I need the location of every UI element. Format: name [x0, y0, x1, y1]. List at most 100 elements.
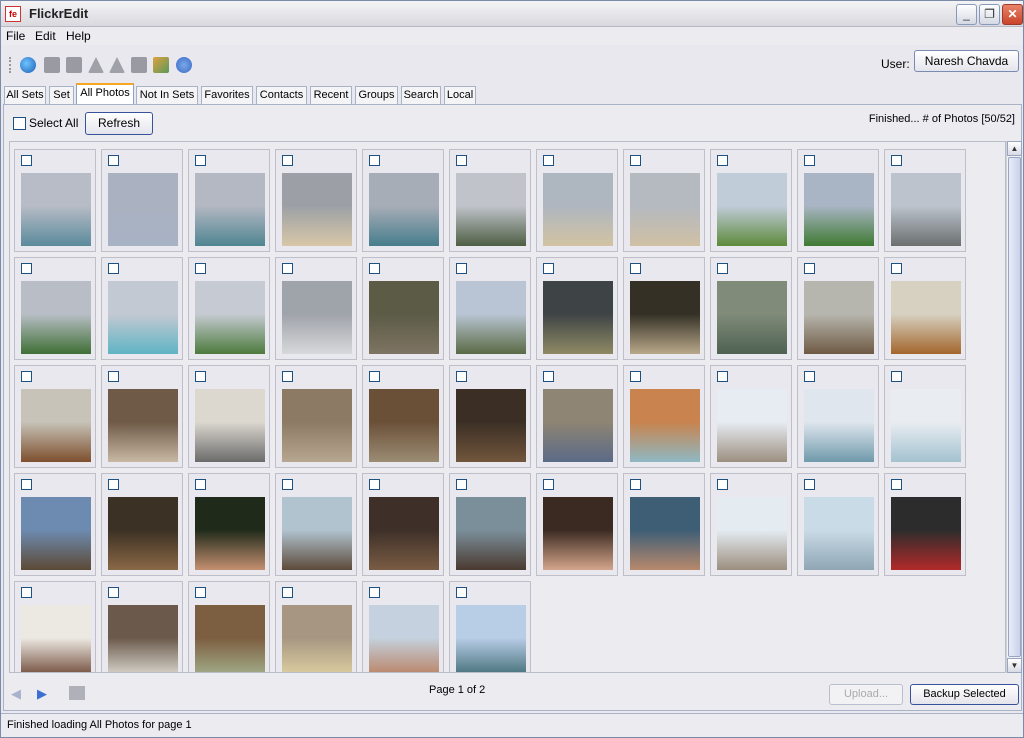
maximize-button[interactable]: ❐ [979, 4, 1000, 25]
photo-thumbnail[interactable] [362, 149, 444, 252]
photo-select-checkbox[interactable] [543, 371, 554, 382]
photo-select-checkbox[interactable] [282, 479, 293, 490]
photo-image[interactable] [891, 389, 961, 462]
photo-select-checkbox[interactable] [108, 587, 119, 598]
photo-thumbnail[interactable] [623, 149, 705, 252]
select-all-checkbox[interactable] [13, 117, 26, 130]
vertical-scrollbar[interactable]: ▲ ▼ [1006, 141, 1022, 673]
photo-image[interactable] [108, 281, 178, 354]
photo-select-checkbox[interactable] [282, 371, 293, 382]
rotate-left-icon[interactable] [88, 57, 104, 73]
photo-thumbnail[interactable] [362, 473, 444, 576]
photo-image[interactable] [717, 281, 787, 354]
photo-thumbnail[interactable] [536, 473, 618, 576]
photo-image[interactable] [717, 497, 787, 570]
close-button[interactable]: ✕ [1002, 4, 1023, 25]
photo-image[interactable] [891, 497, 961, 570]
photo-image[interactable] [804, 281, 874, 354]
photo-thumbnail[interactable] [884, 149, 966, 252]
globe-icon[interactable] [20, 57, 36, 73]
photo-thumbnail[interactable] [536, 257, 618, 360]
photo-select-checkbox[interactable] [282, 587, 293, 598]
photo-thumbnail[interactable] [449, 149, 531, 252]
photo-select-checkbox[interactable] [804, 479, 815, 490]
photo-image[interactable] [804, 497, 874, 570]
photo-thumbnail[interactable] [362, 581, 444, 672]
scroll-up-icon[interactable]: ▲ [1007, 141, 1022, 156]
photo-image[interactable] [282, 605, 352, 672]
photo-select-checkbox[interactable] [108, 263, 119, 274]
tab-set[interactable]: Set [49, 86, 74, 105]
photo-image[interactable] [108, 389, 178, 462]
pages-icon[interactable] [69, 686, 85, 700]
photo-select-checkbox[interactable] [804, 371, 815, 382]
refresh-button[interactable]: Refresh [85, 112, 153, 135]
photo-thumbnail[interactable] [101, 365, 183, 468]
photo-thumbnail[interactable] [188, 149, 270, 252]
photo-thumbnail[interactable] [449, 473, 531, 576]
photo-thumbnail[interactable] [710, 257, 792, 360]
photo-image[interactable] [630, 497, 700, 570]
photo-image[interactable] [108, 497, 178, 570]
minimize-button[interactable]: _ [956, 4, 977, 25]
previous-page-icon[interactable]: ◀ [11, 687, 25, 701]
photo-select-checkbox[interactable] [369, 371, 380, 382]
photo-select-checkbox[interactable] [369, 155, 380, 166]
photo-thumbnail[interactable] [449, 581, 531, 672]
photo-image[interactable] [195, 173, 265, 246]
photo-select-checkbox[interactable] [21, 479, 32, 490]
photo-thumbnail[interactable] [275, 365, 357, 468]
user-button[interactable]: Naresh Chavda [914, 50, 1019, 72]
rotate-right-icon[interactable] [109, 57, 125, 73]
photo-image[interactable] [456, 173, 526, 246]
tab-all-sets[interactable]: All Sets [4, 86, 46, 105]
photo-thumbnail[interactable] [14, 581, 96, 672]
photo-select-checkbox[interactable] [456, 155, 467, 166]
tab-search[interactable]: Search [401, 86, 441, 105]
photo-select-checkbox[interactable] [195, 155, 206, 166]
photo-select-checkbox[interactable] [456, 263, 467, 274]
photo-select-checkbox[interactable] [195, 479, 206, 490]
photo-select-checkbox[interactable] [282, 155, 293, 166]
photo-thumbnail[interactable] [275, 473, 357, 576]
photo-thumbnail[interactable] [362, 257, 444, 360]
photo-thumbnail[interactable] [884, 365, 966, 468]
photo-select-checkbox[interactable] [543, 479, 554, 490]
menu-edit[interactable]: Edit [35, 29, 56, 43]
photo-select-checkbox[interactable] [108, 371, 119, 382]
next-page-icon[interactable]: ▶ [37, 687, 51, 701]
photo-thumbnail[interactable] [101, 149, 183, 252]
photo-select-checkbox[interactable] [630, 371, 641, 382]
photo-thumbnail[interactable] [188, 581, 270, 672]
photo-image[interactable] [630, 389, 700, 462]
photo-image[interactable] [369, 173, 439, 246]
photo-image[interactable] [456, 605, 526, 672]
title-bar[interactable]: fe FlickrEdit _ ❐ ✕ [1, 1, 1023, 27]
photo-image[interactable] [456, 497, 526, 570]
photo-image[interactable] [717, 389, 787, 462]
photo-thumbnail[interactable] [101, 257, 183, 360]
photo-image[interactable] [21, 281, 91, 354]
tab-local[interactable]: Local [444, 86, 476, 105]
tab-favorites[interactable]: Favorites [201, 86, 253, 105]
photo-image[interactable] [630, 173, 700, 246]
photo-image[interactable] [456, 389, 526, 462]
menu-help[interactable]: Help [66, 29, 91, 43]
photo-image[interactable] [21, 497, 91, 570]
photo-thumbnail[interactable] [710, 149, 792, 252]
photo-thumbnail[interactable] [536, 149, 618, 252]
photo-thumbnail[interactable] [188, 473, 270, 576]
photo-select-checkbox[interactable] [891, 155, 902, 166]
photo-image[interactable] [891, 173, 961, 246]
photo-thumbnail[interactable] [275, 257, 357, 360]
photo-thumbnail[interactable] [710, 473, 792, 576]
photo-thumbnail[interactable] [797, 149, 879, 252]
tab-all-photos[interactable]: All Photos [76, 83, 134, 105]
scroll-thumb[interactable] [1008, 157, 1021, 657]
photo-select-checkbox[interactable] [369, 587, 380, 598]
photo-select-checkbox[interactable] [456, 587, 467, 598]
photo-select-checkbox[interactable] [21, 587, 32, 598]
photo-select-checkbox[interactable] [630, 263, 641, 274]
photo-thumbnail[interactable] [797, 365, 879, 468]
photo-image[interactable] [891, 281, 961, 354]
